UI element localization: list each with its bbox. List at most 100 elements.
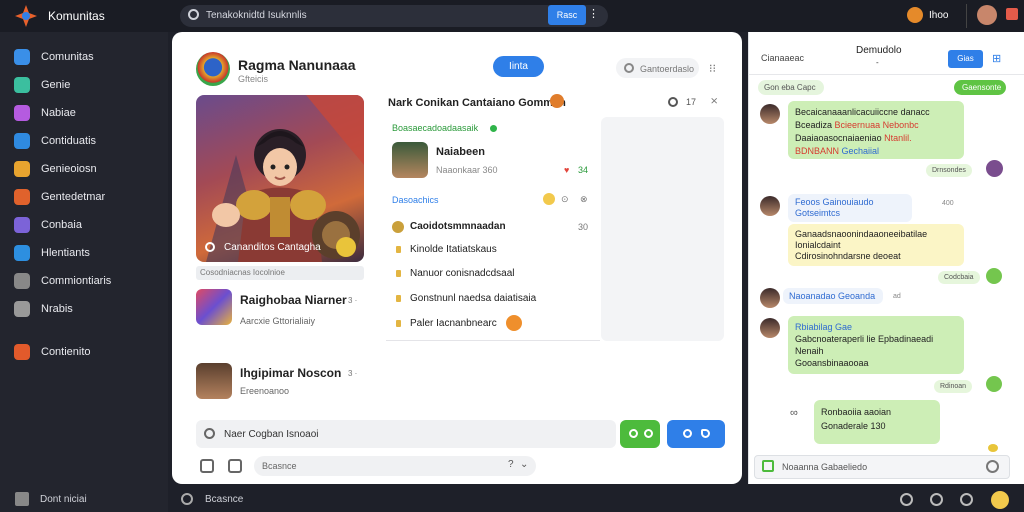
sidebar-item-label: Commiontiaris — [41, 275, 112, 287]
search-input[interactable]: Tenakoknidtd Isuknnlis — [206, 10, 307, 21]
user-name[interactable]: Naiabeen — [436, 146, 485, 158]
close-icon[interactable] — [1006, 8, 1018, 20]
profile-name[interactable]: Ihoo — [929, 10, 948, 21]
list-item[interactable]: Gonstnunl naedsa daiatisaia — [410, 293, 536, 304]
clock-icon — [205, 242, 215, 252]
list-item[interactable]: Paler Iacnanbnearc — [410, 318, 497, 329]
heart-icon[interactable]: ♥ — [564, 165, 569, 175]
sidebar-item-icon — [14, 273, 30, 289]
search-button[interactable]: Rasc — [548, 5, 586, 25]
list-item[interactable]: Nanuor conisnadcdsaal — [410, 268, 515, 279]
sidebar-item[interactable]: Genie — [14, 75, 164, 95]
user-avatar[interactable] — [392, 142, 428, 178]
sidebar-item[interactable]: Contienito — [14, 342, 164, 362]
chat-avatar[interactable] — [760, 196, 780, 216]
sidebar-item[interactable]: Genieoiosn — [14, 159, 164, 179]
profile-avatar[interactable] — [907, 7, 923, 23]
chat-back-link[interactable]: Cianaaeac — [761, 53, 804, 63]
game-subtitle: Gfteicis — [238, 74, 269, 84]
game-card-title[interactable]: Ihgipimar Noscon — [240, 366, 341, 380]
hero-image[interactable] — [196, 95, 364, 262]
sidebar-item-label: Contiduatis — [41, 135, 97, 147]
game-card-title[interactable]: Raighobaa Niarner — [240, 293, 347, 307]
camera-icon — [629, 429, 638, 438]
emoji-icon[interactable] — [991, 491, 1009, 509]
sidebar-item[interactable]: Contiduatis — [14, 131, 164, 151]
chat-icon[interactable] — [960, 493, 973, 506]
search-icon[interactable] — [668, 97, 678, 107]
chat-action-button[interactable]: Gias — [948, 50, 983, 68]
game-card-thumb[interactable] — [196, 363, 232, 399]
search-more-icon[interactable]: ⋮ — [588, 7, 599, 20]
file-icon[interactable] — [228, 459, 242, 473]
message-highlight: Bcieernuaa Nebonbc — [834, 120, 919, 130]
image-icon[interactable] — [200, 459, 214, 473]
close-icon[interactable]: ⨯ — [710, 96, 718, 107]
mic-icon — [683, 429, 692, 438]
chat-avatar[interactable] — [986, 160, 1003, 177]
sidebar-item-label: Conbaia — [41, 219, 82, 231]
sidebar-item[interactable]: Gentedetmar — [14, 187, 164, 207]
chat-pill-left-label: Gon eba Capc — [764, 83, 816, 92]
chat-avatar[interactable] — [760, 318, 780, 338]
app-logo-icon[interactable] — [14, 4, 38, 28]
send-button[interactable] — [667, 420, 725, 448]
chat-avatar[interactable] — [760, 288, 780, 308]
sidebar-item-icon — [14, 344, 30, 360]
settings-icon[interactable] — [181, 493, 193, 505]
more-icon[interactable]: ⊗ — [580, 194, 588, 205]
game-card-thumb[interactable] — [196, 289, 232, 325]
sidebar-item-label: Hlentiants — [41, 247, 90, 259]
sidebar-item[interactable]: Nabiae — [14, 103, 164, 123]
menu-icon[interactable]: ⁝⁝ — [709, 62, 716, 75]
attach-icon[interactable] — [762, 460, 774, 472]
sidebar-item[interactable]: Hlentiants — [14, 243, 164, 263]
chat-message: Feoos Gainouiaudo Gotseimtcs — [788, 194, 912, 222]
sidebar-item-icon — [14, 161, 30, 177]
info-icon[interactable] — [930, 493, 943, 506]
green-action-button[interactable] — [620, 420, 660, 448]
gamepad-icon[interactable] — [900, 493, 913, 506]
message-line: Cdirosinohndarsne deoeat — [795, 251, 901, 261]
help-icon[interactable]: ? — [508, 459, 514, 470]
message-line: Gooansbinaaooaa — [795, 358, 869, 368]
list-item[interactable]: Kinolde Itatiatskaus — [410, 244, 497, 255]
emoji-icon[interactable] — [543, 193, 555, 205]
chat-message: Ronbaoiia aaoian Gonaderale 130 — [814, 400, 940, 444]
bottom-home-icon[interactable] — [15, 492, 29, 506]
attach-icon[interactable] — [204, 428, 215, 439]
message-line: Gonaderale 130 — [821, 421, 886, 431]
message-line: Bceadiza Bcieernuaa Nebonbc — [795, 119, 957, 132]
join-button[interactable]: Iinta — [493, 56, 544, 77]
sidebar-item-label: Nrabis — [41, 303, 73, 315]
chevron-down-icon[interactable]: ⌄ — [520, 459, 528, 470]
message-link[interactable]: Gechaiial — [842, 146, 880, 156]
footer-input-text: Bcasnce — [262, 461, 297, 471]
emoji-icon[interactable] — [986, 460, 999, 473]
feed-count: 17 — [686, 97, 697, 107]
hero-under-text: Cosodniacnas Iocolnioe — [200, 268, 285, 277]
section-link[interactable]: Dasoachics — [392, 195, 439, 205]
read-receipt: Codcbaia — [938, 271, 980, 284]
bottom-bar-label[interactable]: Dont niciai — [40, 494, 87, 505]
sidebar-item-icon — [14, 189, 30, 205]
game-card-sub: Aarcxie Gttorialiaiy — [240, 316, 316, 326]
message-time: ad — [893, 293, 901, 300]
chat-avatar[interactable] — [760, 104, 780, 124]
sidebar-item[interactable]: Commiontiaris — [14, 271, 164, 291]
bottom-center-label[interactable]: Bcasnce — [205, 494, 243, 505]
sidebar-item[interactable]: Comunitas — [14, 47, 164, 67]
bullet-icon — [396, 295, 401, 302]
feed-title: Nark Conikan Cantaiano Gomman — [388, 97, 566, 109]
grid-icon[interactable]: ⊞ — [992, 52, 1001, 65]
share-icon[interactable]: ⊙ — [561, 194, 569, 205]
game-title: Ragma Nanunaaa — [238, 57, 356, 73]
live-label: Boasaecadoadaasaik — [392, 123, 479, 133]
user-avatar-top[interactable] — [977, 5, 997, 25]
chat-title: Demudolo — [856, 45, 902, 56]
sidebar-item-icon — [14, 133, 30, 149]
sidebar-item[interactable]: Conbaia — [14, 215, 164, 235]
message-line: Daaiaoasocnaiaeniao Ntanlil. — [795, 132, 957, 145]
badge-icon[interactable] — [336, 237, 356, 257]
sidebar-item[interactable]: Nrabis — [14, 299, 164, 319]
